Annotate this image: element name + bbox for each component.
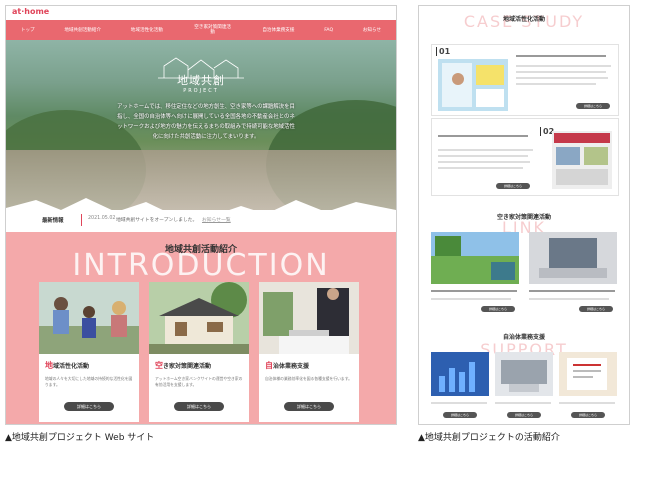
section-title-vacant-house: 空き家対策関連活動 [496,214,551,221]
laptop-image [529,232,617,284]
detail-button[interactable]: 詳細はこちら [443,412,477,418]
text-line [529,290,615,292]
text-line [529,298,609,300]
news-text[interactable]: 地域共創サイトをオープンしました。 [116,216,197,223]
nav-item-vacant-house[interactable]: 空き家対策関連活動 [193,25,233,35]
card-municipality: 自治体業務支援 自治体様の業務効率化を図る各種支援を行います。 詳細はこちら [259,282,359,422]
text-line [438,161,530,163]
news-date: 2021.05.02 [88,216,116,221]
detail-button[interactable]: 詳細はこちら [481,306,515,312]
case-card-1: 01 詳細はこちら [431,44,619,116]
text-line [431,290,517,292]
header: at·home [6,6,396,20]
children-photo [39,282,139,354]
text-line [516,77,608,79]
nav-item-top[interactable]: トップ [21,28,35,33]
nav-item-intro[interactable]: 地域共創活動紹介 [64,28,101,33]
divider [81,214,82,226]
office-image [495,352,553,396]
intro-title: 地域共創活動紹介 [164,245,237,255]
text-line [516,55,606,57]
hero-title: 地域共創 PROJECT [156,72,246,94]
card-title: 地域活性化活動 [45,361,90,370]
news-more-link[interactable]: お知らせ一覧 [202,216,231,223]
intro-section: INTRODUCTION 地域共創活動紹介 地域活性化活動 地域の人々を大切にし… [6,232,396,424]
case-number: 01 [436,47,450,56]
activity-page-screenshot: CASE STUDY 地域活性化活動 01 詳細はこちら 02 詳細はこちら L… [418,5,630,425]
nav-item-revitalization[interactable]: 地域活性化活動 [131,28,163,33]
case-card-2: 02 詳細はこちら [431,118,619,196]
nav-item-municipality[interactable]: 自治体業務支援 [262,28,294,33]
case-image [552,131,612,189]
detail-button[interactable]: 詳細はこちら [576,103,610,109]
nav-item-faq[interactable]: FAQ [324,28,333,33]
text-line [438,135,528,137]
card-vacant-house: 空き家対策関連活動 アットホーム空き家バンクサイトの運営や空き家の有効活用を支援… [149,282,249,422]
card-desc: アットホーム空き家バンクサイトの運営や空き家の有効活用を支援します。 [155,376,243,387]
text-line [516,65,611,67]
landscape-image [431,232,519,284]
detail-button[interactable]: 詳細はこちら [496,183,530,189]
website-screenshot: at·home トップ 地域共創活動紹介 地域活性化活動 空き家対策関連活動 自… [5,5,397,425]
section-title-revitalization: 地域活性化活動 [502,16,545,23]
data-chart-image [431,352,489,396]
hero-text: アットホームでは、移住定住などの地方創生、空き家等への課題解決を目指し、全国の自… [117,104,295,140]
hero-title-en: PROJECT [183,88,219,94]
right-caption: ▲地域共創プロジェクトの活動紹介 [418,433,560,443]
text-line [431,402,487,404]
text-line [438,149,533,151]
text-line [438,167,523,169]
business-photo [259,282,359,354]
detail-button[interactable]: 詳細はこちら [571,412,605,418]
text-line [495,402,551,404]
text-line [516,71,606,73]
news-label: 最新情報 [42,218,64,224]
text-line [516,83,596,85]
card-revitalization: 地域活性化活動 地域の人々を大切にした地域の持続的な活性化を図ります。 詳細はこ… [39,282,139,422]
detail-button[interactable]: 詳細はこちら [174,402,224,411]
hero-title-jp: 地域共創 [177,74,225,87]
hero-banner: 地域共創 PROJECT アットホームでは、移住定住などの地方創生、空き家等への… [6,40,396,210]
text-line [559,402,615,404]
site-logo[interactable]: at·home [12,7,49,16]
card-desc: 自治体様の業務効率化を図る各種支援を行います。 [265,376,352,381]
detail-button[interactable]: 詳細はこちら [579,306,613,312]
left-caption: ▲地域共創プロジェクト Web サイト [5,433,155,443]
card-list: 地域活性化活動 地域の人々を大切にした地域の持続的な活性化を図ります。 詳細はこ… [39,282,359,422]
card-desc: 地域の人々を大切にした地域の持続的な活性化を図ります。 [45,376,133,387]
card-title: 自治体業務支援 [265,361,310,370]
section-title-municipality: 自治体業務支援 [502,334,545,341]
text-line [431,298,511,300]
case-image [438,59,508,111]
detail-button[interactable]: 詳細はこちら [507,412,541,418]
card-title: 空き家対策関連活動 [155,361,212,370]
news-row: 最新情報 2021.05.02 地域共創サイトをオープンしました。 お知らせ一覧 [6,210,396,232]
house-photo [149,282,249,354]
nav-item-news[interactable]: お知らせ [363,28,381,33]
detail-button[interactable]: 詳細はこちら [64,402,114,411]
detail-button[interactable]: 詳細はこちら [284,402,334,411]
text-line [438,155,528,157]
global-nav: トップ 地域共創活動紹介 地域活性化活動 空き家対策関連活動 自治体業務支援 F… [6,20,396,40]
document-image [559,352,617,396]
